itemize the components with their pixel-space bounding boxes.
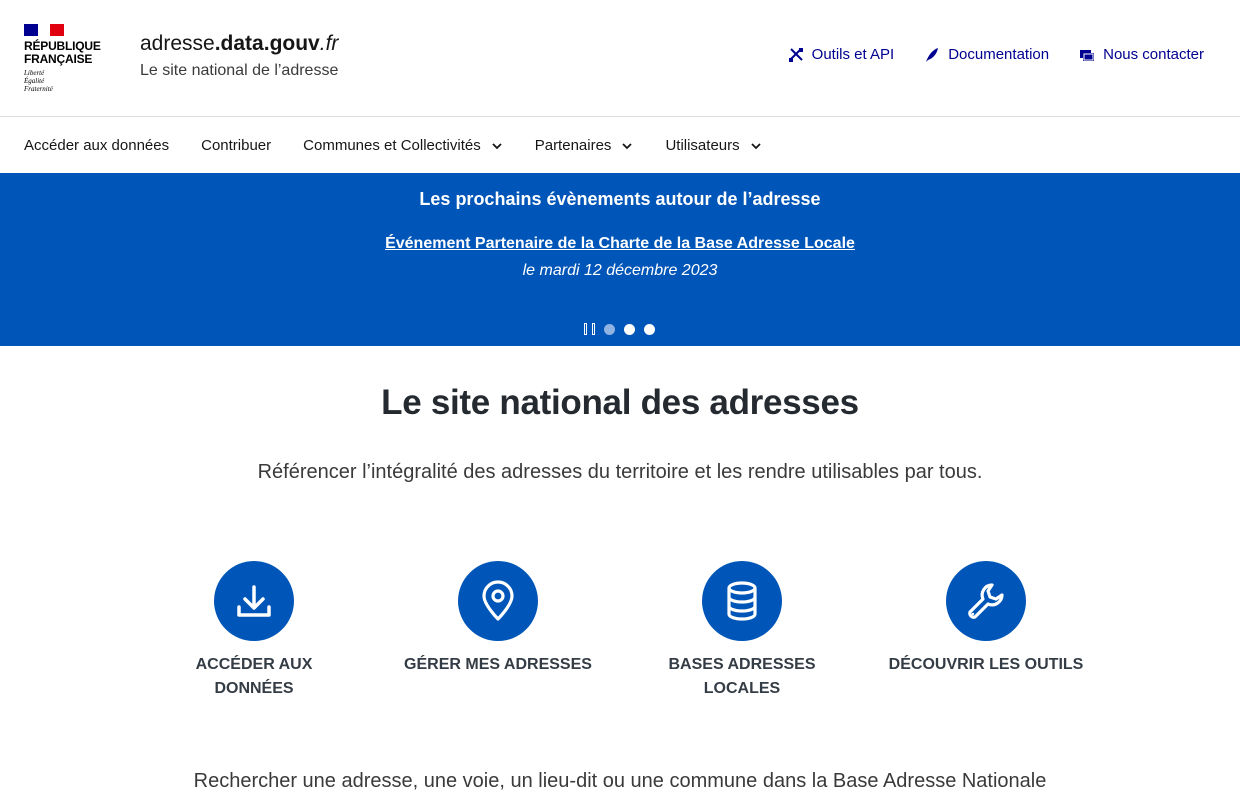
tools-api-label: Outils et API [811,46,895,63]
card-label: GÉRER MES ADRESSES [404,656,592,673]
nav-item-label: Utilisateurs [665,137,740,154]
map-pin-icon [482,580,514,621]
site-name-suffix: .fr [319,32,339,55]
card-decouvrir-outils[interactable]: DÉCOUVRIR LES OUTILS [866,561,1106,701]
chevron-down-icon [622,142,633,149]
nav-item-partenaires[interactable]: Partenaires [535,137,634,154]
nav-item-communes[interactable]: Communes et Collectivités [303,137,503,154]
nav-item-label: Partenaires [534,137,612,154]
nav-item-contribuer[interactable]: Contribuer [201,137,271,154]
tools-icon [788,47,803,62]
card-circle [458,561,538,641]
pause-icon[interactable] [584,323,595,335]
contact-link[interactable]: Nous contacter [1079,46,1204,63]
republique-francaise-logo[interactable]: RÉPUBLIQUE FRANÇAISE [24,40,101,66]
nav-item-utilisateurs[interactable]: Utilisateurs [665,137,761,154]
header-quick-links: Outils et API Documentation Nous contact… [788,46,1204,63]
card-circle [214,561,294,641]
documentation-link[interactable]: Documentation [924,46,1049,63]
card-bases-adresses-locales[interactable]: BASES ADRESSES LOCALES [622,561,862,701]
documentation-label: Documentation [948,46,1050,63]
site-name-bold: .data.gouv [214,32,320,55]
nav-item-label: Communes et Collectivités [303,137,481,154]
site-name-prefix: adresse [140,32,215,55]
carousel-dot-1[interactable] [604,323,615,335]
chevron-down-icon [750,142,761,149]
main-nav: Accéder aux données Contribuer Communes … [0,118,1240,173]
events-banner: Les prochains évènements autour de l’adr… [0,173,1240,346]
banner-event: Événement Partenaire de la Charte de la … [0,235,1240,253]
chevron-down-icon [492,142,502,149]
contact-label: Nous contacter [1103,46,1204,63]
tools-api-link[interactable]: Outils et API [788,46,895,63]
devise: Liberté Égalité Fraternité [24,69,53,93]
site-tagline: Le site national de l’adresse [140,62,339,79]
carousel-dot-3[interactable] [644,323,655,335]
chat-icon [1080,49,1095,61]
card-label: BASES ADRESSES LOCALES [668,656,816,697]
event-link[interactable]: Événement Partenaire de la Charte de la … [385,235,855,252]
nav-item-label: Accéder aux données [24,137,170,154]
database-icon [727,581,757,621]
card-circle [946,561,1026,641]
site-header: RÉPUBLIQUE FRANÇAISE Liberté Égalité Fra… [0,0,1240,117]
page-subtitle: Référencer l’intégralité des adresses du… [257,461,983,483]
action-cards: ACCÉDER AUX DONNÉES GÉRER MES ADRESSES B… [134,561,1110,701]
carousel-dot-2[interactable] [624,323,635,335]
event-date: le mardi 12 décembre 2023 [522,262,718,279]
nav-item-acceder-donnees[interactable]: Accéder aux données [24,137,169,154]
nav-item-label: Contribuer [201,137,272,154]
site-name[interactable]: adresse.data.gouv.fr [140,32,338,56]
quill-icon [926,47,939,62]
search-section-label: Rechercher une adresse, une voie, un lie… [193,770,1047,792]
banner-title: Les prochains évènements autour de l’adr… [419,189,821,209]
page-title: Le site national des adresses [381,383,859,422]
card-circle [702,561,782,641]
wrench-icon [968,583,1004,619]
download-icon [237,585,271,617]
card-gerer-adresses[interactable]: GÉRER MES ADRESSES [378,561,618,701]
card-acceder-donnees[interactable]: ACCÉDER AUX DONNÉES [134,561,374,701]
carousel-controls [584,323,655,335]
marianne-flag-icon [24,24,64,36]
card-label: ACCÉDER AUX DONNÉES [195,656,313,697]
card-label: DÉCOUVRIR LES OUTILS [888,656,1084,673]
